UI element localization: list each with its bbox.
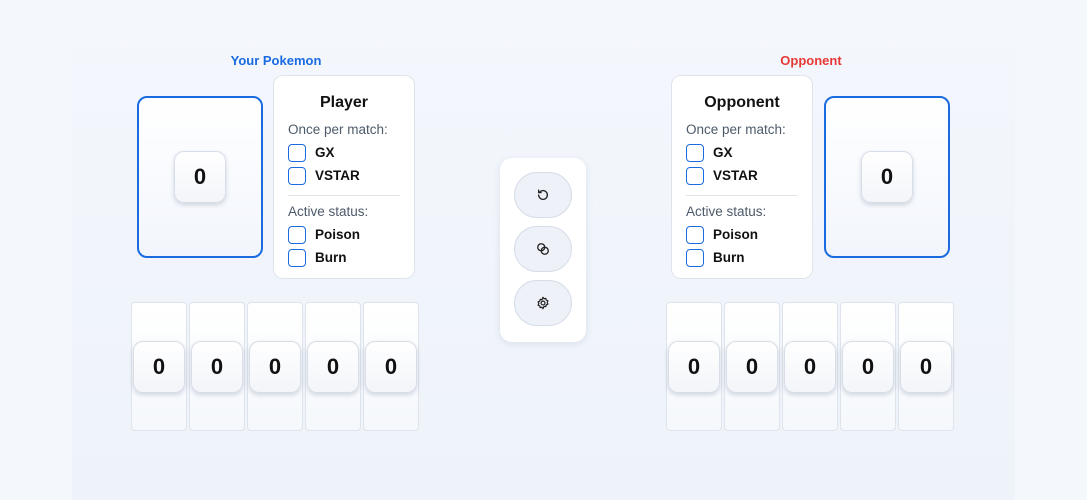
- player-bench-slot-2[interactable]: 0: [189, 302, 245, 431]
- player-poison-label: Poison: [315, 227, 361, 242]
- player-status-card: Player Once per match: GX VSTAR Active s…: [273, 75, 415, 279]
- player-bench-counter[interactable]: 0: [365, 340, 417, 393]
- opponent-bench-counter[interactable]: 0: [842, 340, 894, 393]
- player-card-title: Player: [319, 94, 369, 111]
- opponent-bench-slot-5[interactable]: 0: [898, 302, 954, 431]
- opponent-poison-checkbox[interactable]: [686, 225, 704, 244]
- player-bench-counter[interactable]: 0: [249, 340, 301, 393]
- player-vstar-label: VSTAR: [315, 168, 360, 183]
- opponent-bench-counter[interactable]: 0: [900, 340, 952, 393]
- opponent-active-slot[interactable]: 0: [824, 96, 950, 258]
- opponent-vstar-label: VSTAR: [713, 168, 758, 183]
- opponent-poison-label: Poison: [713, 227, 759, 242]
- player-bench-slot-1[interactable]: 0: [131, 302, 187, 431]
- player-burn-checkbox-row[interactable]: Burn: [288, 246, 400, 269]
- player-status-divider: [288, 195, 400, 196]
- opponent-gx-label: GX: [713, 145, 733, 160]
- settings-button[interactable]: [514, 280, 572, 326]
- opponent-card-title: Opponent: [704, 94, 780, 111]
- opponent-burn-label: Burn: [713, 250, 745, 265]
- opponent-vstar-checkbox-row[interactable]: VSTAR: [686, 164, 798, 187]
- player-bench-counter[interactable]: 0: [191, 340, 243, 393]
- opponent-status-card: Opponent Once per match: GX VSTAR Active…: [671, 75, 813, 279]
- opponent-bench-counter[interactable]: 0: [726, 340, 778, 393]
- settings-icon: [537, 296, 549, 310]
- opponent-burn-checkbox-row[interactable]: Burn: [686, 246, 798, 269]
- player-gx-checkbox[interactable]: [288, 143, 306, 162]
- reset-icon: [537, 189, 549, 200]
- player-side-label: Your Pokemon: [230, 53, 322, 68]
- player-burn-checkbox[interactable]: [288, 248, 306, 267]
- opponent-side-label: Opponent: [780, 53, 842, 68]
- player-bench-counter[interactable]: 0: [307, 340, 359, 393]
- coin-flip-icon: [537, 243, 549, 255]
- reset-button[interactable]: [514, 172, 572, 218]
- opponent-bench-slot-3[interactable]: 0: [782, 302, 838, 431]
- player-poison-checkbox[interactable]: [288, 225, 306, 244]
- opponent-active-damage-counter[interactable]: 0: [861, 151, 913, 203]
- player-bench-counter[interactable]: 0: [133, 340, 185, 393]
- opponent-bench-slot-2[interactable]: 0: [724, 302, 780, 431]
- opponent-burn-checkbox[interactable]: [686, 248, 704, 267]
- opponent-status-divider: [686, 195, 798, 196]
- player-status-label: Active status:: [288, 204, 369, 219]
- player-bench-slot-5[interactable]: 0: [363, 302, 419, 431]
- opponent-bench-counter[interactable]: 0: [668, 340, 720, 393]
- player-active-damage-counter[interactable]: 0: [174, 151, 226, 203]
- opponent-bench-slot-4[interactable]: 0: [840, 302, 896, 431]
- player-poison-checkbox-row[interactable]: Poison: [288, 223, 400, 246]
- player-active-slot[interactable]: 0: [137, 96, 263, 258]
- player-burn-label: Burn: [315, 250, 347, 265]
- player-gx-label: GX: [315, 145, 335, 160]
- opponent-vstar-checkbox[interactable]: [686, 166, 704, 185]
- player-vstar-checkbox[interactable]: [288, 166, 306, 185]
- opponent-bench-counter[interactable]: 0: [784, 340, 836, 393]
- player-gx-checkbox-row[interactable]: GX: [288, 141, 400, 164]
- opponent-bench-slot-1[interactable]: 0: [666, 302, 722, 431]
- opponent-poison-checkbox-row[interactable]: Poison: [686, 223, 798, 246]
- player-vstar-checkbox-row[interactable]: VSTAR: [288, 164, 400, 187]
- player-bench: 0 0 0 0 0: [131, 302, 419, 431]
- opponent-bench: 0 0 0 0 0: [666, 302, 954, 431]
- center-toolbar: [500, 158, 586, 342]
- opponent-once-label: Once per match:: [686, 122, 786, 137]
- opponent-gx-checkbox[interactable]: [686, 143, 704, 162]
- opponent-status-label: Active status:: [686, 204, 767, 219]
- player-bench-slot-3[interactable]: 0: [247, 302, 303, 431]
- player-bench-slot-4[interactable]: 0: [305, 302, 361, 431]
- opponent-gx-checkbox-row[interactable]: GX: [686, 141, 798, 164]
- player-once-label: Once per match:: [288, 122, 388, 137]
- coin-flip-button[interactable]: [514, 226, 572, 272]
